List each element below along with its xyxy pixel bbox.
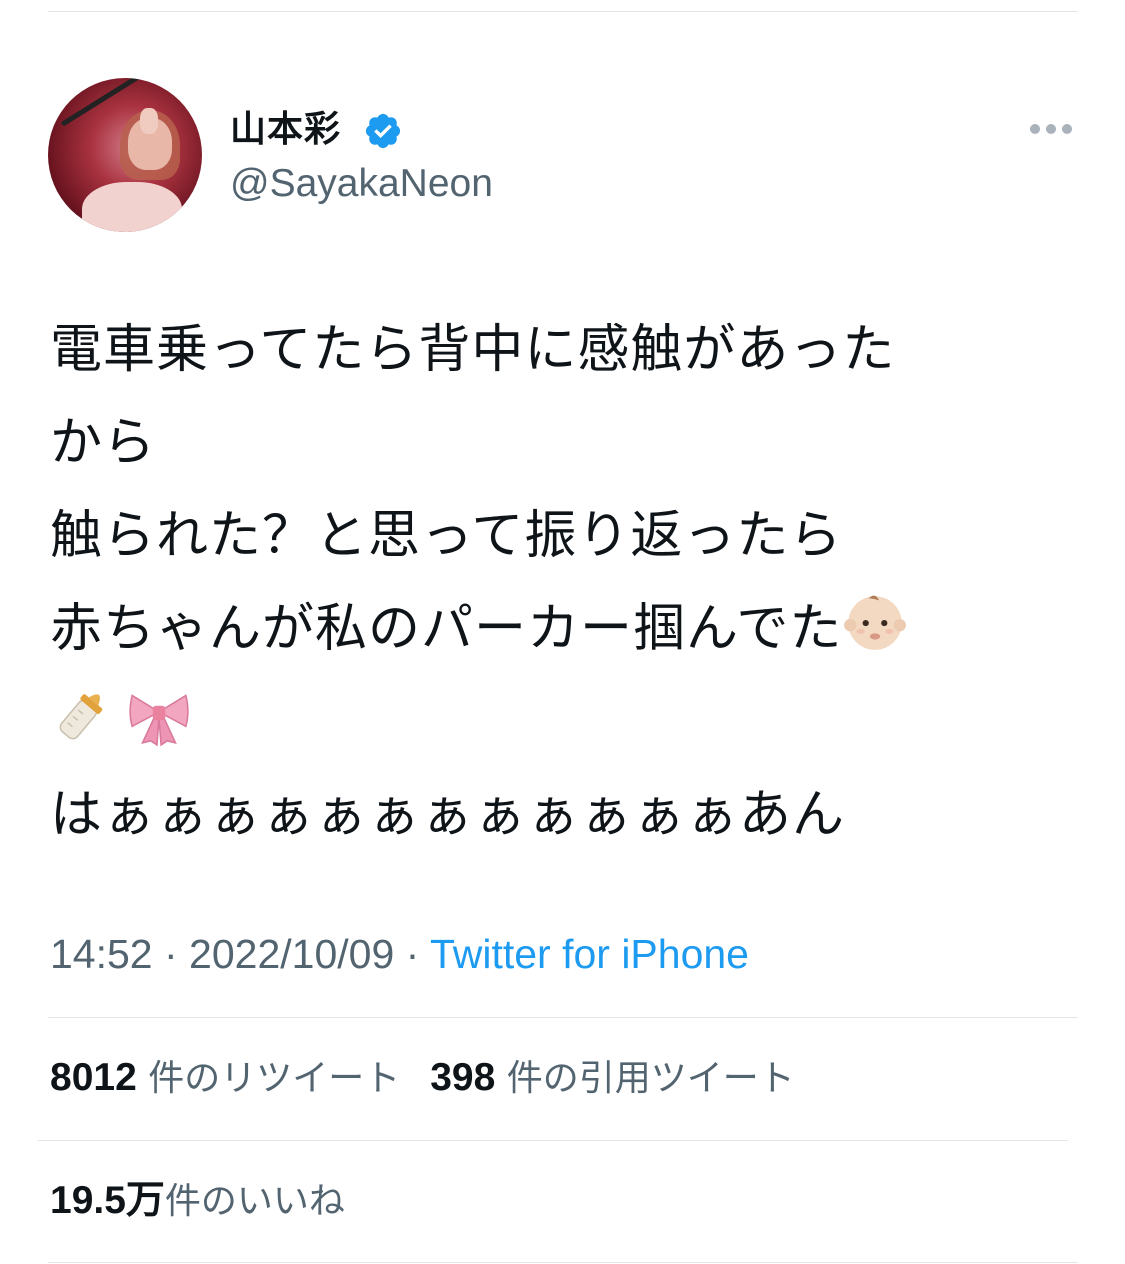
retweets-link[interactable]: 8012 件のリツイート: [50, 1056, 401, 1099]
meta-separator: ·: [152, 931, 190, 977]
likes-link[interactable]: 19.5万件のいいね: [50, 1179, 345, 1222]
tweet-time[interactable]: 14:52: [50, 931, 153, 977]
tweet-line-text: 赤ちゃんが私のパーカー掴んでた: [50, 599, 843, 659]
tweet-line: 電車乗ってたら背中に感触があった: [50, 320, 896, 380]
avatar-hand: [140, 108, 158, 134]
tweet-text: 電車乗ってたら背中に感触があった から 触られた？と思って振り返ったら 赤ちゃん…: [50, 304, 1070, 862]
quotes-count: 398: [430, 1056, 496, 1099]
retweets-label: 件のリツイート: [148, 1058, 401, 1099]
likes-count: 19.5万: [50, 1179, 165, 1222]
ribbon-icon: [129, 694, 189, 747]
author-handle[interactable]: @SayakaNeon: [230, 160, 493, 208]
stats-row-retweets: 8012 件のリツイート 398 件の引用ツイート: [50, 1054, 795, 1103]
source-link[interactable]: Twitter for iPhone: [430, 931, 749, 977]
avatar-body: [82, 182, 182, 232]
baby-bottle-icon: [59, 694, 103, 740]
more-options-icon[interactable]: [1028, 118, 1074, 140]
divider: [48, 1262, 1078, 1263]
retweets-count: 8012: [50, 1056, 137, 1099]
tweet-line-emoji: [50, 676, 1070, 769]
likes-label: 件のいいね: [164, 1181, 345, 1222]
baby-icon: [844, 595, 907, 650]
tweet-line: 触られた？と思って振り返ったら: [50, 506, 843, 566]
quotes-link[interactable]: 398 件の引用ツイート: [430, 1056, 795, 1099]
tweet-date[interactable]: 2022/10/09: [189, 931, 394, 977]
stats-row-likes: 19.5万件のいいね: [50, 1177, 345, 1226]
tweet-line: 赤ちゃんが私のパーカー掴んでた: [50, 583, 1070, 676]
avatar[interactable]: [48, 78, 202, 232]
verified-badge-icon: [365, 113, 401, 149]
author-name[interactable]: 山本彩: [230, 108, 341, 152]
tweet-line: はぁぁぁぁぁぁぁぁぁぁぁぁあん: [50, 785, 846, 845]
top-divider: [48, 11, 1078, 12]
meta-separator: ·: [394, 931, 430, 977]
divider: [48, 1017, 1078, 1018]
quotes-label: 件の引用ツイート: [506, 1058, 795, 1099]
tweet-line: から: [50, 413, 157, 473]
tweet-meta: 14:52 · 2022/10/09 · Twitter for iPhone: [50, 928, 749, 980]
divider: [38, 1140, 1068, 1141]
